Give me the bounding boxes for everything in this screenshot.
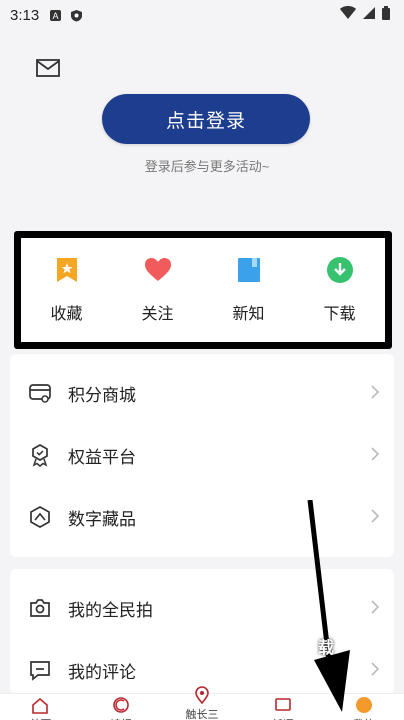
mail-icon[interactable] — [36, 58, 60, 78]
login-button[interactable]: 点击登录 — [102, 94, 310, 144]
menu-item-my-photos[interactable]: 我的全民拍 — [10, 577, 394, 639]
chevron-right-icon — [371, 385, 380, 399]
status-bar: 3:13 A — [0, 0, 404, 30]
chevron-right-icon — [371, 509, 380, 523]
menu-card-personal: 我的全民拍 我的评论 — [10, 569, 394, 694]
menu-item-points-mall[interactable]: 积分商城 — [10, 362, 394, 424]
shop-icon — [29, 384, 51, 403]
quick-action-knowledge[interactable]: 新知 — [209, 256, 289, 324]
home-icon — [32, 697, 49, 714]
tab-label: 我的 — [353, 716, 375, 720]
login-hint: 登录后参与更多活动~ — [144, 159, 270, 174]
overlay-label: 载 — [318, 640, 335, 657]
heart-icon — [144, 258, 171, 281]
bookmark-icon — [56, 258, 77, 282]
tab-newspaper[interactable]: 读报 — [86, 694, 156, 720]
tab-label: 触长三 — [185, 709, 219, 720]
menu-item-rights-platform[interactable]: 权益平台 — [10, 424, 394, 486]
menu-item-label: 我的全民拍 — [68, 600, 153, 620]
chevron-right-icon — [371, 600, 380, 614]
book-icon — [237, 258, 260, 282]
menu-card-services: 积分商城 权益平台 数字藏品 — [10, 354, 394, 557]
collection-icon — [30, 506, 50, 528]
menu-item-label: 权益平台 — [68, 447, 136, 467]
signal-icon — [363, 7, 375, 19]
comment-icon — [30, 661, 50, 681]
bottom-tab-bar: 首页 读报 触长三 新语 我的 — [0, 686, 404, 720]
chevron-right-icon — [371, 662, 380, 676]
quick-action-label: 收藏 — [50, 306, 83, 323]
battery-icon — [382, 6, 390, 20]
quick-action-favorites[interactable]: 收藏 — [27, 256, 107, 324]
location-icon — [195, 686, 209, 704]
quick-action-label: 下载 — [323, 306, 356, 323]
quick-action-label: 新知 — [232, 306, 265, 323]
sim-icon: A — [50, 9, 62, 21]
svg-text:A: A — [53, 11, 59, 21]
camera-icon — [30, 599, 50, 617]
chat-icon — [274, 698, 291, 711]
chevron-right-icon — [371, 447, 380, 461]
tab-label: 首页 — [29, 716, 51, 720]
quick-action-download[interactable]: 下载 — [300, 256, 380, 324]
quick-action-follow[interactable]: 关注 — [118, 256, 198, 324]
profile-icon — [355, 697, 372, 713]
shield-icon — [71, 9, 83, 21]
status-time: 3:13 — [10, 6, 40, 24]
download-icon — [326, 257, 353, 283]
tab-label: 读报 — [110, 716, 132, 720]
newspaper-icon — [113, 697, 129, 713]
quick-actions-panel: 收藏 关注 新知 下载 — [14, 231, 392, 349]
tab-label: 新语 — [272, 716, 294, 720]
badge-icon — [32, 444, 48, 467]
menu-item-label: 我的评论 — [68, 662, 136, 682]
tab-location[interactable]: 触长三 — [167, 686, 237, 720]
tab-chat[interactable]: 新语 — [248, 694, 318, 720]
menu-item-label: 积分商城 — [68, 385, 136, 405]
menu-item-label: 数字藏品 — [68, 509, 136, 529]
tab-profile[interactable]: 我的 — [329, 694, 399, 720]
tab-home[interactable]: 首页 — [5, 694, 75, 720]
quick-action-label: 关注 — [141, 306, 174, 323]
wifi-icon — [340, 6, 356, 19]
menu-item-digital-collections[interactable]: 数字藏品 — [10, 486, 394, 548]
